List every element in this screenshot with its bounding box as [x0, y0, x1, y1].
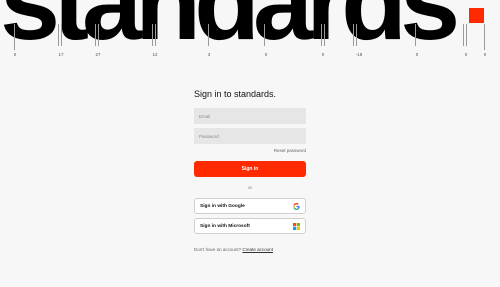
- ruler-tick: [152, 24, 153, 46]
- ruler-tick: [61, 24, 62, 46]
- ruler-number: 12: [152, 52, 158, 57]
- google-icon: [293, 202, 300, 210]
- microsoft-signin-button[interactable]: Sign in with Microsoft: [194, 218, 306, 234]
- ruler-tick: [321, 24, 322, 46]
- signup-prefix: Don't have an account?: [194, 247, 242, 252]
- ruler-tick: [324, 24, 325, 46]
- signup-prompt: Don't have an account? Create account: [194, 247, 306, 253]
- ruler-tick: [98, 24, 99, 46]
- ruler-tick: [95, 24, 96, 46]
- ruler-tick: [484, 24, 485, 50]
- ruler-number: 0: [13, 52, 17, 57]
- microsoft-signin-label: Sign in with Microsoft: [200, 223, 250, 229]
- ruler-number: 0: [415, 52, 419, 57]
- ruler-tick: [466, 24, 467, 46]
- ruler-tick: [415, 24, 416, 46]
- ruler-tick: [58, 24, 59, 46]
- ruler-number: -18: [355, 52, 363, 57]
- email-field[interactable]: [194, 108, 306, 124]
- ruler-tick: [155, 24, 156, 46]
- reset-password-link[interactable]: Reset password: [194, 148, 306, 154]
- ruler-tick: [356, 24, 357, 46]
- ruler-number: 17: [58, 52, 64, 57]
- ruler-tick: [353, 24, 354, 46]
- google-signin-button[interactable]: Sign in with Google: [194, 198, 306, 214]
- brand-accent-square: [469, 8, 484, 23]
- create-account-link[interactable]: Create account: [242, 247, 273, 252]
- signin-button[interactable]: Sign in: [194, 161, 306, 177]
- ruler-number: 27: [95, 52, 101, 57]
- ruler-tick: [463, 24, 464, 46]
- ruler-tick: [264, 24, 265, 46]
- google-signin-label: Sign in with Google: [200, 203, 245, 209]
- or-divider: or: [247, 185, 252, 190]
- password-field[interactable]: [194, 128, 306, 144]
- ruler-marks: [0, 24, 500, 58]
- ruler-tick: [14, 24, 15, 50]
- ruler-tick: [208, 24, 209, 46]
- ruler-number: 0: [464, 52, 468, 57]
- microsoft-icon: [293, 222, 300, 230]
- ruler-number: 0: [321, 52, 325, 57]
- page-title: Sign in to standards.: [194, 89, 277, 99]
- ruler-number: 0: [483, 52, 487, 57]
- ruler-number: 0: [264, 52, 268, 57]
- signin-form: Sign in to standards. Reset password Sig…: [194, 88, 306, 253]
- ruler-number: 3: [207, 52, 211, 57]
